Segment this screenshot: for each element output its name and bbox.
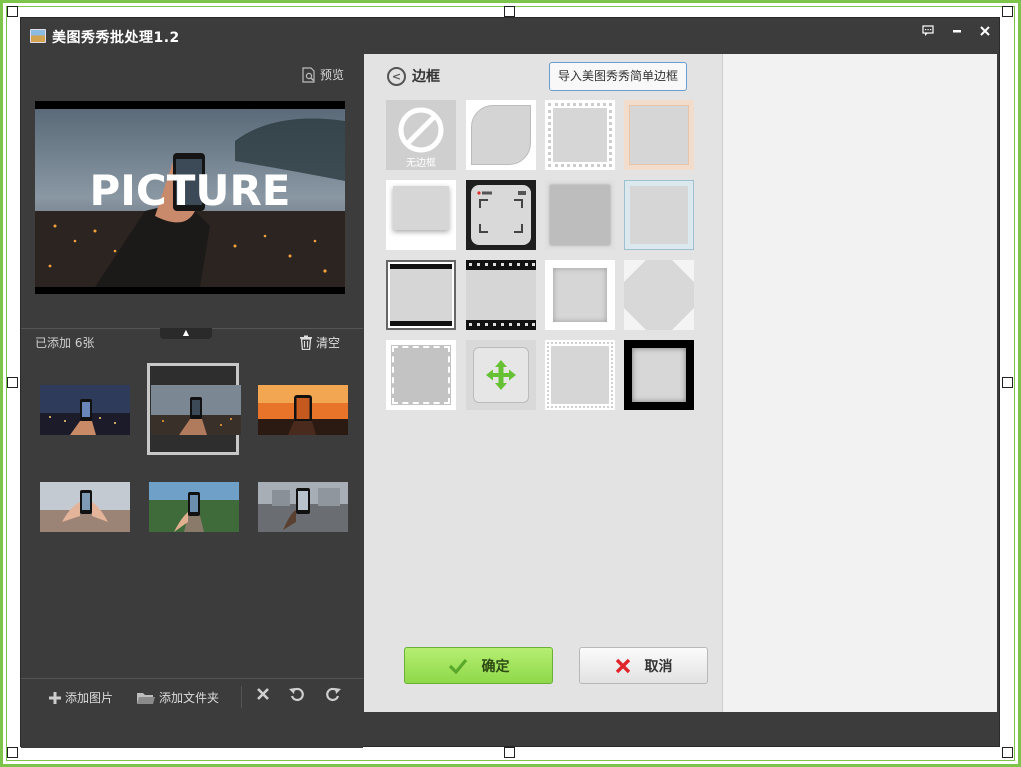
added-count-label: 已添加 6张 [35,336,95,350]
frame-settings-panel: < 边框 导入美图秀秀简单边框 无边框 确定 取消 [364,54,997,712]
frame-black-bars[interactable] [386,260,456,330]
import-frames-button[interactable]: 导入美图秀秀简单边框 [549,62,687,91]
add-image-button[interactable]: 添加图片 [49,689,113,706]
resize-handle-w[interactable] [7,377,18,388]
frame-gray-brush[interactable] [545,180,615,250]
frame-film-strip[interactable] [466,260,536,330]
frame-peach-border[interactable] [624,100,694,170]
corner-triangles-icon [624,260,694,330]
thumbnail-city-night[interactable] [40,385,130,435]
thumbnail-hands-phone[interactable] [40,482,130,532]
frame-rounded-leaf[interactable] [466,100,536,170]
thumbnail-city-fog-selected[interactable] [151,385,241,435]
toolbar-divider [21,678,363,679]
settings-side-area [722,54,997,712]
collapse-toggle[interactable]: ▲ [160,328,212,339]
resize-handle-e[interactable] [1002,377,1013,388]
rotate-right-icon[interactable] [323,686,343,706]
cancel-button[interactable]: 取消 [579,647,708,684]
app-icon [30,29,46,43]
preview-button[interactable]: 预览 [301,66,344,83]
back-button[interactable]: < 边框 [387,66,440,86]
resize-handle-nw[interactable] [7,6,18,17]
cross-icon [615,658,630,673]
add-folder-button[interactable]: 添加文件夹 [137,689,219,706]
app-window: 美图秀秀批处理1.2 预览 PICTURE ▲ 已添加 6张 清空 添加图片 添… [20,17,1000,748]
close-icon[interactable] [976,24,994,42]
confirm-button[interactable]: 确定 [404,647,553,684]
clear-label: 清空 [316,336,341,350]
resize-handle-ne[interactable] [1002,6,1013,17]
window-title: 美图秀秀批处理1.2 [52,30,180,46]
frame-corner-triangles[interactable] [624,260,694,330]
frame-gray-stamp[interactable] [386,340,456,410]
delete-icon[interactable] [253,686,273,706]
plus-icon [49,691,61,704]
clear-button[interactable]: 清空 [299,334,340,351]
frame-no-frame[interactable]: 无边框 [386,100,456,170]
film-strip-icon [469,263,535,326]
cancel-label: 取消 [644,658,673,675]
viewfinder-icon [477,191,526,233]
preview-icon [302,66,315,83]
toolbar-separator [241,686,242,708]
frame-soft-shadow[interactable] [545,260,615,330]
thumbnail-railway-forest[interactable] [149,482,239,532]
frame-stamp-edge[interactable] [545,100,615,170]
resize-handle-sw[interactable] [7,747,18,758]
resize-handle-s[interactable] [504,747,515,758]
preview-overlay-text: PICTURE [89,166,290,215]
thumbnail-sunset[interactable] [258,385,348,435]
no-frame-label: 无边框 [406,158,436,169]
frame-camera-viewfinder[interactable] [466,180,536,250]
check-icon [448,658,467,674]
chat-icon[interactable] [919,24,937,42]
frame-lace-edge[interactable] [545,340,615,410]
resize-handle-se[interactable] [1002,747,1013,758]
confirm-label: 确定 [481,658,510,675]
frame-thick-black[interactable] [624,340,694,410]
frame-white-shadow[interactable] [386,180,456,250]
move-arrows-icon [486,360,516,390]
resize-handle-n[interactable] [504,6,515,17]
folder-icon [137,692,155,704]
preview-label: 预览 [320,68,345,82]
frame-move-frame[interactable] [466,340,536,410]
section-title: 边框 [412,69,440,85]
back-arrow-icon: < [387,66,406,86]
minimize-icon[interactable] [948,24,966,42]
trash-icon [300,335,312,350]
frame-blue-watercolor[interactable] [624,180,694,250]
add-folder-label: 添加文件夹 [159,691,220,705]
add-image-label: 添加图片 [65,691,114,705]
rotate-left-icon[interactable] [287,686,307,706]
thumbnail-street-phone[interactable] [258,482,348,532]
preview-image: PICTURE [35,101,345,294]
image-list-panel: 预览 PICTURE ▲ 已添加 6张 清空 添加图片 添加文件夹 [21,54,363,748]
title-bar[interactable]: 美图秀秀批处理1.2 [21,18,999,54]
